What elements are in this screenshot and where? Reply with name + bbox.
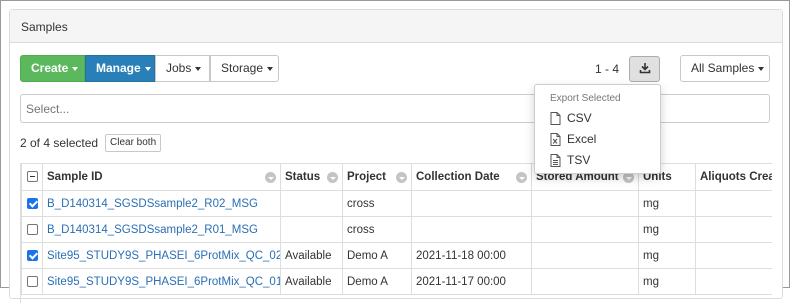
chevron-down-icon (144, 66, 151, 71)
column-header-status[interactable]: Status (280, 163, 343, 191)
export-dropdown-menu: Export Selected CSV Excel TSV (534, 84, 661, 174)
table-row[interactable]: B_D140314_SGSDSsample2_R02_MSG cross mg (21, 190, 772, 217)
units-cell: mg (638, 268, 696, 295)
create-label: Create (31, 61, 69, 75)
manage-button[interactable]: Manage (85, 55, 155, 82)
units-cell: mg (638, 242, 696, 269)
project-cell: cross (342, 216, 412, 243)
status-cell (280, 190, 343, 217)
aliquots-created-cell (695, 216, 772, 243)
column-header-collection-date[interactable]: Collection Date (411, 163, 532, 191)
aliquots-created-cell (695, 242, 772, 269)
export-csv-label: CSV (567, 111, 592, 125)
stored-amount-cell (531, 268, 639, 295)
sample-id-link[interactable]: Site95_STUDY9S_PHASEI_6ProtMix_QC_01 (47, 276, 280, 288)
jobs-label: Jobs (166, 61, 192, 75)
select-all-checkbox-cell[interactable] (21, 163, 43, 191)
chevron-down-icon (72, 66, 79, 71)
project-cell: Demo A (342, 268, 412, 295)
column-header-aliquots-created[interactable]: Aliquots Crea (695, 163, 772, 191)
row-checkbox-cell[interactable] (21, 268, 43, 295)
units-cell: mg (638, 216, 696, 243)
selection-count: 2 of 4 selected (20, 136, 99, 150)
collection-date-cell: 2021-11-18 00:00 (411, 242, 532, 269)
collection-date-cell: 2021-11-17 00:00 (411, 268, 532, 295)
chevron-down-icon (195, 66, 202, 71)
sample-id-cell: Site95_STUDY9S_PHASEI_6ProtMix_QC_01 (42, 268, 281, 295)
export-excel-label: Excel (567, 132, 597, 146)
samples-grid: Sample ID Status Project Collection Date… (20, 163, 772, 303)
row-checkbox[interactable] (26, 223, 38, 235)
table-row[interactable]: Site95_STUDY9S_PHASEI_6ProtMix_QC_01 Avai… (21, 268, 772, 295)
project-cell: Demo A (342, 242, 412, 269)
window-frame: Samples Create Manage Jobs Storage 1 - 4… (0, 0, 790, 303)
collection-date-cell (411, 216, 532, 243)
status-cell (280, 216, 343, 243)
sample-id-cell: B_D140314_SGSDSsample2_R02_MSG (42, 190, 281, 217)
units-cell: mg (638, 190, 696, 217)
column-menu-icon[interactable] (327, 172, 338, 183)
column-label: Status (285, 171, 321, 183)
aliquots-created-cell (695, 190, 772, 217)
column-menu-icon[interactable] (516, 172, 527, 183)
column-label: Collection Date (416, 171, 500, 183)
export-tsv-item[interactable]: TSV (535, 150, 660, 171)
status-cell: Available (280, 242, 343, 269)
storage-button[interactable]: Storage (210, 55, 279, 82)
export-csv-item[interactable]: CSV (535, 108, 660, 129)
manage-label: Manage (96, 61, 141, 75)
download-icon (639, 63, 650, 74)
stored-amount-cell (531, 216, 639, 243)
row-checkbox[interactable] (26, 197, 38, 209)
collection-date-cell (411, 190, 532, 217)
chevron-down-icon (758, 66, 765, 71)
sample-id-cell: Site95_STUDY9S_PHASEI_6ProtMix_QC_02 (42, 242, 281, 269)
select-all-checkbox[interactable] (26, 171, 38, 183)
table-row[interactable]: Site95_STUDY9S_PHASEI_6ProtMix_QC_02 Avai… (21, 242, 772, 269)
export-menu-header: Export Selected (550, 93, 621, 104)
export-button[interactable] (629, 56, 660, 82)
samples-table: Sample ID Status Project Collection Date… (21, 163, 772, 295)
stored-amount-cell (531, 190, 639, 217)
excel-file-icon (550, 133, 561, 146)
project-cell: cross (342, 190, 412, 217)
column-menu-icon[interactable] (396, 172, 407, 183)
clear-selection-button[interactable]: Clear both (105, 134, 162, 152)
file-text-icon (550, 154, 561, 167)
sample-id-link[interactable]: Site95_STUDY9S_PHASEI_6ProtMix_QC_02 (47, 250, 280, 262)
page-count: 1 - 4 (595, 62, 620, 76)
export-tsv-label: TSV (567, 153, 591, 167)
file-icon (550, 112, 561, 125)
sample-id-link[interactable]: B_D140314_SGSDSsample2_R01_MSG (47, 224, 258, 236)
row-checkbox-cell[interactable] (21, 216, 43, 243)
column-header-sample-id[interactable]: Sample ID (42, 163, 281, 191)
column-header-project[interactable]: Project (342, 163, 412, 191)
sample-id-cell: B_D140314_SGSDSsample2_R01_MSG (42, 216, 281, 243)
storage-label: Storage (221, 61, 264, 75)
create-button[interactable]: Create (20, 55, 85, 82)
column-label: Project (347, 171, 386, 183)
sample-id-link[interactable]: B_D140314_SGSDSsample2_R02_MSG (47, 198, 258, 210)
table-row[interactable]: B_D140314_SGSDSsample2_R01_MSG cross mg (21, 216, 772, 243)
status-cell: Available (280, 268, 343, 295)
column-label: Sample ID (47, 171, 103, 183)
panel-title: Samples (10, 10, 782, 43)
stored-amount-cell (531, 242, 639, 269)
view-label: All Samples (691, 61, 755, 75)
row-checkbox-cell[interactable] (21, 190, 43, 217)
column-label: Aliquots Crea (700, 171, 772, 183)
export-excel-item[interactable]: Excel (535, 129, 660, 150)
chevron-down-icon (267, 66, 274, 71)
row-checkbox[interactable] (26, 249, 38, 261)
view-selector-button[interactable]: All Samples (680, 55, 770, 82)
row-checkbox[interactable] (26, 275, 38, 287)
column-menu-icon[interactable] (265, 172, 276, 183)
aliquots-created-cell (695, 268, 772, 295)
row-checkbox-cell[interactable] (21, 242, 43, 269)
jobs-button[interactable]: Jobs (155, 55, 210, 82)
